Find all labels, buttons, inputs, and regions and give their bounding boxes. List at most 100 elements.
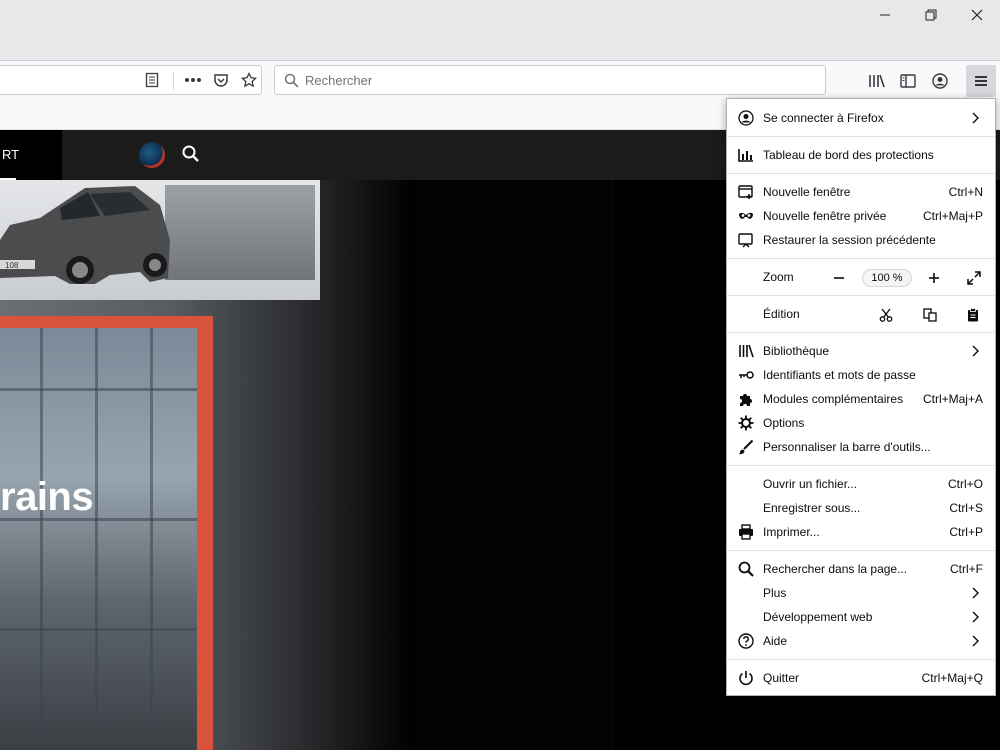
menu-options[interactable]: Options: [727, 411, 995, 435]
sidebar-button[interactable]: [895, 67, 921, 95]
pocket-icon: [214, 74, 228, 87]
menu-shortcut: Ctrl+Maj+P: [922, 209, 983, 223]
menu-label: Nouvelle fenêtre privée: [763, 209, 887, 223]
page-actions-icon: [185, 78, 201, 82]
menu-label: Développement web: [763, 610, 873, 624]
new-window-icon: [738, 184, 754, 200]
menu-label: Imprimer...: [763, 525, 820, 539]
menu-label: Aide: [763, 634, 788, 648]
library-icon: [738, 343, 754, 359]
menu-restore-session[interactable]: Restaurer la session précédente: [727, 228, 995, 252]
power-icon: [738, 670, 754, 686]
menu-label: Plus: [763, 586, 787, 600]
chevron-right-icon: [971, 609, 981, 625]
zoom-out-button[interactable]: [829, 268, 849, 288]
page-actions-button[interactable]: [180, 66, 206, 94]
menu-shortcut: Ctrl+P: [949, 525, 983, 539]
pocket-button[interactable]: [208, 66, 234, 94]
chevron-right-icon: [971, 110, 981, 126]
fullscreen-icon: [967, 271, 981, 285]
menu-label: Nouvelle fenêtre: [763, 185, 851, 199]
site-nav-tab[interactable]: RT: [0, 130, 62, 180]
scissors-icon: [879, 308, 893, 322]
zoom-reset-button[interactable]: 100 %: [862, 269, 912, 287]
paste-button[interactable]: [964, 306, 982, 324]
zoom-in-button[interactable]: [924, 268, 944, 288]
window-transom: [0, 628, 197, 631]
hamburger-menu-icon: [975, 76, 987, 86]
copy-icon: [923, 308, 937, 322]
url-bar-divider: [173, 72, 174, 90]
menu-protections-dashboard[interactable]: Tableau de bord des protections: [727, 143, 995, 167]
private-mask-icon: [738, 208, 754, 224]
menu-label: Rechercher dans la page...: [763, 562, 908, 576]
menu-separator: [727, 550, 995, 551]
menu-label: Zoom: [763, 270, 794, 284]
application-menu: Se connecter à Firefox Tableau de bord d…: [726, 98, 996, 696]
menu-separator: [727, 173, 995, 174]
search-bar[interactable]: Rechercher: [274, 65, 826, 95]
window-transom: [0, 388, 197, 391]
fullscreen-button[interactable]: [964, 268, 984, 288]
menu-web-developer[interactable]: Développement web: [727, 605, 995, 629]
menu-open-file[interactable]: Ouvrir un fichier... Ctrl+O: [727, 472, 995, 496]
window-mullion: [40, 328, 43, 750]
account-icon: [932, 73, 948, 89]
library-button[interactable]: [864, 67, 890, 95]
bookmark-star-button[interactable]: [236, 66, 262, 94]
navigation-toolbar: Rechercher: [0, 61, 1000, 101]
menu-shortcut: Ctrl+F: [950, 562, 983, 576]
title-bar: [0, 0, 1000, 61]
menu-label: Personnaliser la barre d'outils...: [763, 440, 931, 454]
menu-shortcut: Ctrl+Maj+Q: [921, 671, 983, 685]
menu-find-in-page[interactable]: Rechercher dans la page... Ctrl+F: [727, 557, 995, 581]
menu-quit[interactable]: Quitter Ctrl+Maj+Q: [727, 666, 995, 690]
key-icon: [738, 367, 754, 383]
menu-shortcut: Ctrl+Maj+A: [922, 392, 983, 406]
restore-button[interactable]: [908, 0, 954, 30]
menu-new-window[interactable]: Nouvelle fenêtre Ctrl+N: [727, 180, 995, 204]
paintbrush-icon: [738, 439, 754, 455]
account-button[interactable]: [927, 67, 953, 95]
search-icon: [738, 561, 754, 577]
copy-button[interactable]: [921, 306, 939, 324]
menu-zoom-row: Zoom 100 %: [727, 265, 995, 289]
menu-label: Tableau de bord des protections: [763, 148, 934, 162]
car-image: 108: [0, 186, 170, 284]
menu-private-window[interactable]: Nouvelle fenêtre privée Ctrl+Maj+P: [727, 204, 995, 228]
reader-view-button[interactable]: [139, 66, 165, 94]
menu-more[interactable]: Plus: [727, 581, 995, 605]
open-application-menu-button[interactable]: [966, 65, 996, 97]
menu-sign-in[interactable]: Se connecter à Firefox: [727, 106, 995, 130]
avatar[interactable]: [139, 142, 165, 168]
chart-icon: [738, 147, 754, 163]
restore-session-icon: [738, 232, 754, 248]
active-tab-indicator: [0, 178, 16, 180]
close-window-button[interactable]: [954, 0, 1000, 30]
menu-label: Se connecter à Firefox: [763, 111, 884, 125]
menu-edit-row: Édition: [727, 302, 995, 326]
site-search-icon[interactable]: [181, 144, 201, 164]
cut-button[interactable]: [877, 306, 895, 324]
url-bar[interactable]: [0, 65, 262, 95]
menu-library[interactable]: Bibliothèque: [727, 339, 995, 363]
reader-view-icon: [145, 72, 159, 88]
menu-help[interactable]: Aide: [727, 629, 995, 653]
menu-print[interactable]: Imprimer... Ctrl+P: [727, 520, 995, 544]
chevron-right-icon: [971, 343, 981, 359]
hero-building: [165, 185, 315, 280]
plus-icon: [929, 273, 939, 283]
menu-addons[interactable]: Modules complémentaires Ctrl+Maj+A: [727, 387, 995, 411]
minimize-button[interactable]: [862, 0, 908, 30]
window-mullion: [95, 328, 98, 750]
close-icon: [971, 9, 983, 21]
restore-icon: [925, 9, 937, 21]
menu-save-as[interactable]: Enregistrer sous... Ctrl+S: [727, 496, 995, 520]
menu-separator: [727, 258, 995, 259]
menu-customize[interactable]: Personnaliser la barre d'outils...: [727, 435, 995, 459]
menu-logins[interactable]: Identifiants et mots de passe: [727, 363, 995, 387]
chevron-right-icon: [971, 585, 981, 601]
gear-icon: [738, 415, 754, 431]
search-icon: [284, 73, 299, 88]
account-icon: [738, 110, 754, 126]
